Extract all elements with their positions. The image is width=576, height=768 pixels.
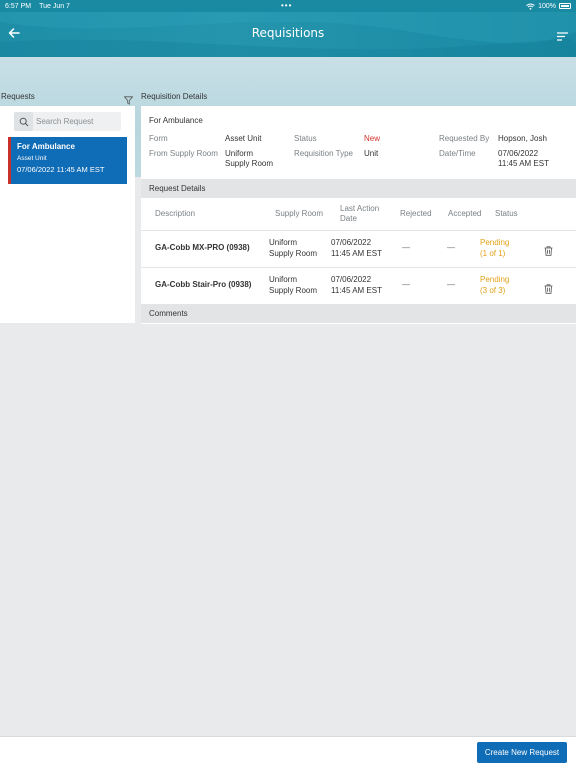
row1-supply-line2: Supply Room [269,249,318,258]
menu-icon[interactable] [557,28,568,46]
row1-supply-line1: Uniform [269,238,298,247]
row2-trash-icon[interactable] [544,281,553,299]
row2-status-line1: Pending [480,275,510,284]
status-date: Tue Jun 7 [39,2,70,10]
row2-rejected: — [402,280,410,289]
col-description: Description [155,209,196,218]
details-title: For Ambulance [149,116,203,125]
form-value: Asset Unit [225,134,262,143]
supply-room-value-line2: Supply Room [225,159,274,168]
datetime-label: Date/Time [439,149,476,158]
row1-accepted: — [447,243,455,252]
row2-supply-line1: Uniform [269,275,298,284]
divider [141,230,576,231]
requisition-details-label: Requisition Details [141,92,208,101]
divider [141,267,576,268]
page-title: Requisitions [251,26,325,40]
status-value: New [364,134,381,143]
row2-description[interactable]: GA-Cobb Stair-Pro (0938) [155,280,251,290]
status-bar: 6:57 PM Tue Jun 7 ••• 100% [0,0,576,12]
search-input[interactable] [36,114,118,129]
row1-trash-icon[interactable] [544,243,553,261]
requisition-type-label: Requisition Type [294,149,353,158]
row1-status-line2: (1 of 1) [480,249,506,258]
col-last-action-line1: Last Action [340,204,380,213]
battery-icon [559,3,571,9]
col-status: Status [495,209,518,218]
request-card-selected[interactable]: For Ambulance Asset Unit 07/06/2022 11:4… [8,137,127,184]
status-time: 6:57 PM [5,2,32,10]
create-new-request-button[interactable]: Create New Request [477,742,567,763]
datetime-value-line1: 07/06/2022 [498,149,539,158]
requisition-type-value: Unit [364,149,379,158]
battery-percent: 100% [538,2,556,10]
col-supply-room: Supply Room [275,209,324,218]
requests-label: Requests [1,92,35,101]
row2-status-line2: (3 of 3) [480,286,506,295]
wifi-icon [526,3,535,10]
status-label: Status [294,134,317,143]
form-label: Form [149,134,168,143]
request-details-header: Request Details [141,179,576,198]
row1-status-line1: Pending [480,238,510,247]
col-accepted: Accepted [448,209,482,218]
row2-date-line2: 11:45 AM EST [331,286,382,295]
row1-date-line2: 11:45 AM EST [331,249,382,258]
datetime-value-line2: 11:45 AM EST [498,159,549,168]
requested-by-value: Hopson, Josh [498,134,547,143]
request-card-subtitle: Asset Unit [17,155,47,162]
request-card-title: For Ambulance [17,142,75,151]
row1-date-line1: 07/06/2022 [331,238,372,247]
row2-supply-line2: Supply Room [269,286,318,295]
multitasking-dots-icon[interactable]: ••• [281,2,292,10]
row1-rejected: — [402,243,410,252]
requested-by-label: Requested By [439,134,490,143]
col-rejected: Rejected [400,209,432,218]
row1-description[interactable]: GA-Cobb MX-PRO (0938) [155,243,250,253]
supply-room-value-line1: Uniform [225,149,254,158]
search-box[interactable] [14,112,121,131]
comments-header[interactable]: Comments [141,304,576,323]
request-card-datetime: 07/06/2022 11:45 AM EST [17,165,105,174]
col-last-action-line2: Date [340,214,357,223]
supply-room-label: From Supply Room [149,149,218,158]
app-header: Requisitions [0,12,576,57]
search-icon[interactable] [14,112,33,131]
row2-date-line1: 07/06/2022 [331,275,372,284]
footer-bar: Create New Request [0,736,576,768]
row2-accepted: — [447,280,455,289]
requests-panel: For Ambulance Asset Unit 07/06/2022 11:4… [0,106,135,323]
requisition-details-panel: For Ambulance Form Asset Unit From Suppl… [141,106,576,324]
